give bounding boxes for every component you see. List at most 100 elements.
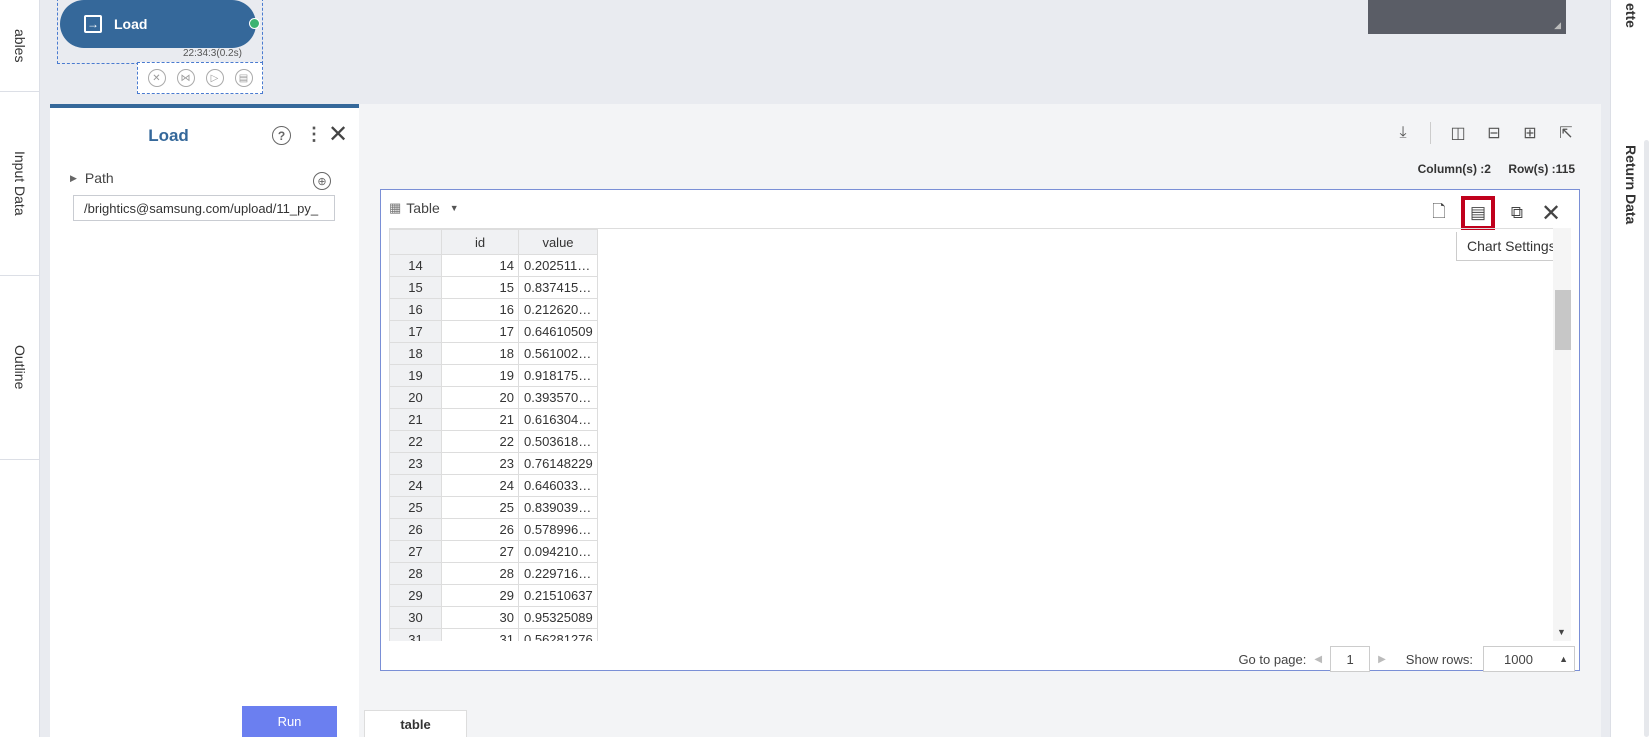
value-cell: 0.229716… xyxy=(518,562,598,585)
page-input[interactable]: 1 xyxy=(1330,646,1371,672)
value-cell: 0.561002… xyxy=(518,342,598,365)
table-row[interactable]: 29 29 0.21510637 xyxy=(389,584,598,607)
help-icon[interactable]: ? xyxy=(272,126,291,145)
id-cell: 23 xyxy=(441,452,519,475)
value-cell: 0.202511… xyxy=(518,254,598,277)
row-index-cell: 14 xyxy=(389,254,442,277)
view-type-select[interactable]: ▦ Table ▼ xyxy=(389,200,459,216)
table-row[interactable]: 18 18 0.561002… xyxy=(389,342,598,365)
left-sidebar: ables Input Data Outline xyxy=(0,0,40,737)
tab-return-data-label: Return Data xyxy=(1623,145,1639,225)
id-cell: 21 xyxy=(441,408,519,431)
table-row[interactable]: 28 28 0.229716… xyxy=(389,562,598,585)
show-rows-select[interactable]: 1000 ▲ xyxy=(1483,646,1575,672)
copy-icon[interactable]: ⧉ xyxy=(1505,201,1529,225)
value-cell: 0.76148229 xyxy=(518,452,598,475)
close-icon[interactable]: ✕ xyxy=(328,120,348,149)
more-options-icon[interactable]: ⋮ xyxy=(305,124,323,145)
chart-settings-icon[interactable]: ▤ xyxy=(1461,196,1495,230)
table-icon: ▦ xyxy=(389,200,402,215)
globe-icon[interactable]: ⊕ xyxy=(313,172,331,190)
id-cell: 26 xyxy=(441,518,519,541)
table-row[interactable]: 24 24 0.646033… xyxy=(389,474,598,497)
data-table-viewport[interactable]: id value 14 14 0.202511… 15 15 0.837415… 16 16 0… xyxy=(389,228,1564,641)
tab-input-data[interactable]: Input Data xyxy=(0,92,40,276)
id-column-header[interactable]: id xyxy=(441,229,519,255)
minimap[interactable]: ◢ xyxy=(1368,0,1566,34)
clipboard-node-icon[interactable]: ▤ xyxy=(234,69,253,87)
node-output-port[interactable] xyxy=(249,18,260,29)
data-counts: Column(s) :2 Row(s) :115 xyxy=(1404,162,1575,176)
id-cell: 16 xyxy=(441,298,519,321)
tab-table[interactable]: table xyxy=(364,710,467,737)
value-cell: 0.646033… xyxy=(518,474,598,497)
show-rows-label: Show rows: xyxy=(1405,651,1473,667)
load-node[interactable]: → Load xyxy=(60,0,256,48)
popout-icon[interactable]: ⇱ xyxy=(1557,124,1575,142)
close-panel-icon[interactable]: ✕ xyxy=(1539,200,1563,227)
table-row[interactable]: 20 20 0.393570… xyxy=(389,386,598,409)
download-icon[interactable]: ⤓ xyxy=(1394,124,1412,142)
value-cell: 0.95325089 xyxy=(518,606,598,629)
scrollbar-thumb[interactable] xyxy=(1555,290,1571,350)
table-row[interactable]: 19 19 0.918175… xyxy=(389,364,598,387)
table-row[interactable]: 14 14 0.202511… xyxy=(389,254,598,277)
row-index-cell: 30 xyxy=(389,606,442,629)
caret-up-icon: ▲ xyxy=(1559,654,1568,664)
value-cell: 0.64610509 xyxy=(518,320,598,343)
next-page-icon[interactable]: ▶ xyxy=(1378,654,1386,665)
columns-count: Column(s) :2 xyxy=(1417,162,1491,176)
chevron-down-icon: ▼ xyxy=(449,203,459,213)
id-cell: 22 xyxy=(441,430,519,453)
resize-grip-icon[interactable]: ◢ xyxy=(1554,20,1561,31)
share-node-icon[interactable]: ⋈ xyxy=(176,69,195,87)
index-header xyxy=(389,229,442,255)
id-cell: 30 xyxy=(441,606,519,629)
table-row[interactable]: 22 22 0.503618… xyxy=(389,430,598,453)
row-index-cell: 29 xyxy=(389,584,442,607)
id-cell: 15 xyxy=(441,276,519,299)
table-row[interactable]: 17 17 0.64610509 xyxy=(389,320,598,343)
path-input[interactable]: /brightics@samsung.com/upload/11_py_ xyxy=(73,195,335,221)
row-index-cell: 16 xyxy=(389,298,442,321)
row-index-cell: 28 xyxy=(389,562,442,585)
table-row[interactable]: 26 26 0.578996… xyxy=(389,518,598,541)
tab-outline[interactable]: Outline xyxy=(0,276,40,460)
remove-node-icon[interactable]: ✕ xyxy=(147,69,166,87)
table-row[interactable]: 31 31 0.56281276 xyxy=(389,628,598,641)
table-row[interactable]: 27 27 0.094210… xyxy=(389,540,598,563)
table-row[interactable]: 21 21 0.616304… xyxy=(389,408,598,431)
tab-palette[interactable]: ette xyxy=(1611,0,1650,30)
node-run-time: 22:34:3(0.2s) xyxy=(183,48,242,59)
value-cell: 0.094210… xyxy=(518,540,598,563)
scroll-down-icon[interactable]: ▼ xyxy=(1557,627,1566,637)
table-row[interactable]: 25 25 0.839039… xyxy=(389,496,598,519)
id-cell: 17 xyxy=(441,320,519,343)
panel-actions: 🗋 ▤ ⧉ ✕ xyxy=(1427,196,1563,230)
id-cell: 29 xyxy=(441,584,519,607)
table-row[interactable]: 30 30 0.95325089 xyxy=(389,606,598,629)
run-button[interactable]: Run xyxy=(242,706,337,737)
rows-count: Row(s) :115 xyxy=(1508,162,1575,176)
prev-page-icon[interactable]: ◀ xyxy=(1314,654,1322,665)
row-index-cell: 17 xyxy=(389,320,442,343)
split-horizontal-icon[interactable]: ⊟ xyxy=(1485,124,1503,142)
add-file-icon[interactable]: 🗋 xyxy=(1427,201,1451,225)
table-row[interactable]: 23 23 0.76148229 xyxy=(389,452,598,475)
split-vertical-icon[interactable]: ◫ xyxy=(1449,124,1467,142)
tab-variables[interactable]: ables xyxy=(0,0,40,92)
table-row[interactable]: 15 15 0.837415… xyxy=(389,276,598,299)
row-index-cell: 24 xyxy=(389,474,442,497)
id-cell: 27 xyxy=(441,540,519,563)
id-cell: 24 xyxy=(441,474,519,497)
table-row[interactable]: 16 16 0.212620… xyxy=(389,298,598,321)
value-column-header[interactable]: value xyxy=(518,229,598,255)
table-panel: ▦ Table ▼ 🗋 ▤ ⧉ ✕ Chart Settings id valu… xyxy=(380,189,1580,671)
grid-layout-icon[interactable]: ⊞ xyxy=(1521,124,1539,142)
run-node-icon[interactable]: ▷ xyxy=(205,69,224,87)
output-toolbar: ⤓ ◫ ⊟ ⊞ ⇱ xyxy=(1394,122,1575,144)
sidebar-scrollbar[interactable] xyxy=(1644,140,1649,737)
vertical-scrollbar[interactable]: ▼ xyxy=(1553,228,1571,641)
value-cell: 0.212620… xyxy=(518,298,598,321)
path-section-toggle[interactable]: ▶ Path xyxy=(70,170,114,186)
